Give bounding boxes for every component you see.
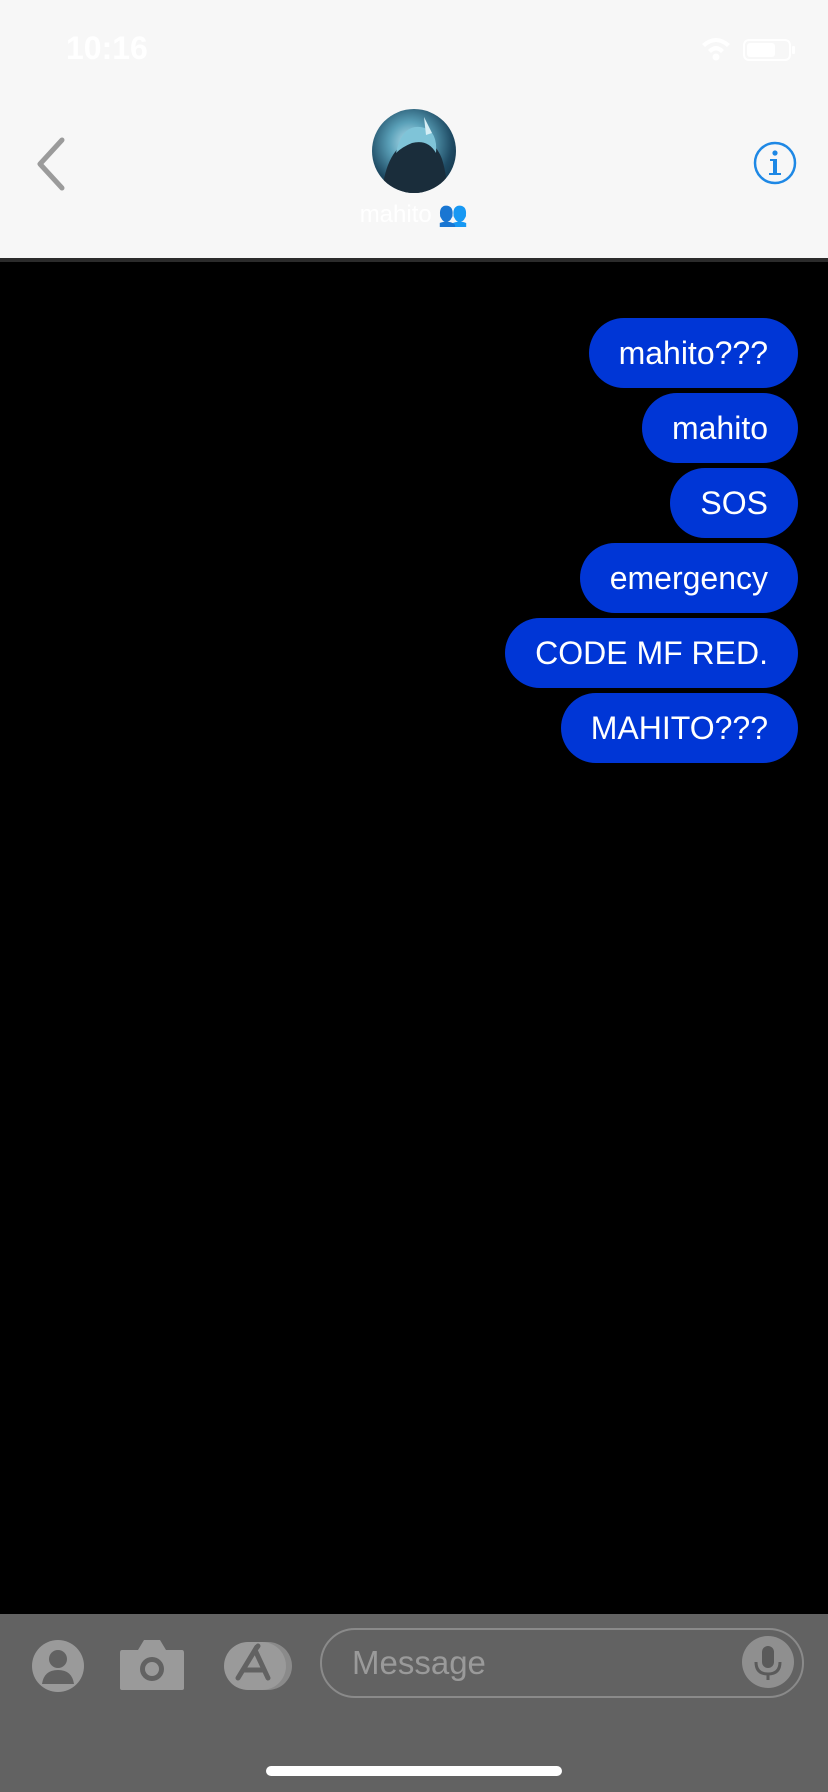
message-input[interactable]: Message	[320, 1628, 804, 1698]
contact-icon	[32, 1640, 84, 1692]
camera-icon	[120, 1640, 184, 1690]
microphone-icon	[754, 1646, 782, 1680]
contact-emoji: 👥	[438, 201, 469, 228]
message-bubble[interactable]: mahito???	[588, 318, 798, 388]
microphone-button[interactable]	[742, 1636, 794, 1688]
chevron-left-icon	[37, 137, 65, 191]
message-list: mahito??? mahito SOS emergency CODE MF R…	[0, 262, 828, 1614]
message-bubble[interactable]: CODE MF RED.	[505, 618, 798, 688]
home-indicator[interactable]	[266, 1766, 562, 1776]
wifi-icon	[702, 38, 730, 61]
camera-button[interactable]	[118, 1636, 186, 1697]
message-bubble[interactable]: SOS	[670, 468, 798, 538]
info-icon	[753, 141, 797, 185]
status-time: 10:16	[66, 30, 148, 66]
back-button[interactable]	[24, 132, 84, 196]
contact-name: mahito	[359, 201, 432, 228]
info-button[interactable]	[752, 140, 798, 186]
contact-name-row[interactable]: mahito 👥	[0, 200, 828, 229]
conversation-header: 10:16 mahito 👥	[0, 0, 828, 258]
status-icons	[700, 34, 800, 69]
message-bubble[interactable]: MAHITO???	[560, 693, 798, 763]
app-store-button[interactable]	[222, 1638, 294, 1699]
app-store-icon	[224, 1642, 292, 1690]
contact-button[interactable]	[30, 1638, 86, 1699]
message-bubble[interactable]: emergency	[579, 543, 798, 613]
battery-icon	[743, 39, 795, 61]
message-bubble[interactable]: mahito	[641, 393, 798, 463]
contact-avatar[interactable]	[372, 109, 456, 193]
message-placeholder: Message	[352, 1644, 486, 1681]
